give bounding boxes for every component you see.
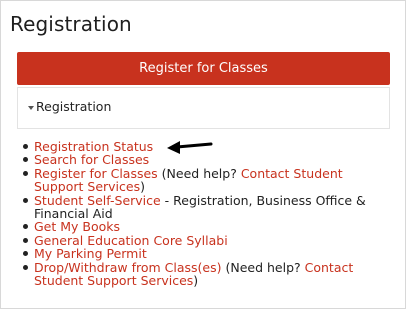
page-title: Registration [10, 12, 132, 36]
registration-accordion-header[interactable]: Registration [17, 87, 390, 129]
bullet-icon [23, 224, 28, 230]
registration-links-list: Registration Status Search for Classes R… [21, 140, 391, 287]
list-item: Get My Books [21, 220, 391, 234]
help-prefix-text: (Need help? [157, 165, 241, 181]
help-suffix-text: ) [193, 273, 199, 289]
list-item: My Parking Permit [21, 247, 391, 260]
bullet-icon [23, 144, 28, 149]
caret-down-icon [28, 106, 34, 110]
accordion-label: Registration [36, 99, 112, 114]
bullet-icon [23, 157, 28, 163]
register-for-classes-button[interactable]: Register for Classes [17, 52, 390, 85]
list-item: Drop/Withdraw from Class(es) (Need help?… [21, 259, 391, 289]
bullet-icon [23, 197, 28, 203]
bullet-icon [23, 264, 28, 270]
help-prefix-text: (Need help? [221, 259, 305, 275]
list-item: General Education Core Syllabi [21, 234, 391, 247]
bullet-icon [23, 170, 28, 176]
bullet-icon [23, 251, 28, 257]
left-arrow-icon [167, 141, 213, 154]
page-frame: Registration Register for Classes Regist… [0, 0, 406, 309]
list-item: Student Self-Service - Registration, Bus… [21, 193, 391, 221]
list-item: Register for Classes (Need help? Contact… [21, 167, 391, 194]
list-item: Search for Classes [21, 153, 391, 167]
bullet-icon [23, 237, 28, 243]
